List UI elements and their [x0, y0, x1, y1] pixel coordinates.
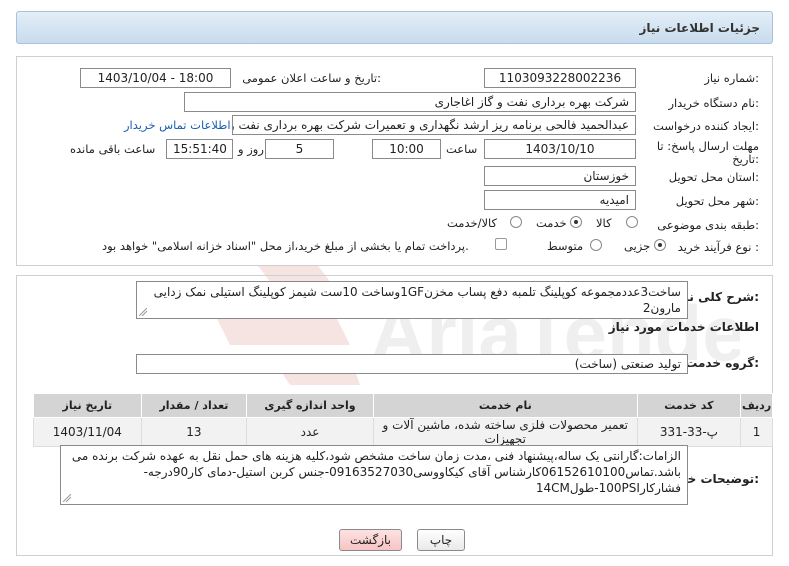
creator-field: عبدالحمید فالحی برنامه ریز ارشد نگهداری …: [232, 115, 636, 135]
page-header: جزئیات اطلاعات نیاز: [16, 11, 773, 44]
cell-service-name: تعمیر محصولات فلزی ساخته شده، ماشین آلات…: [372, 417, 638, 447]
column-header-unit: واحد اندازه گیری: [246, 393, 374, 418]
category-service-label: خدمت: [536, 216, 567, 230]
service-group-field: تولید صنعتی (ساخت): [136, 354, 688, 374]
description-text: ساخت3عددمجموعه کوپلینگ تلمبه دفع پساب مخ…: [153, 285, 681, 315]
deadline-time-label: ساعت: [446, 142, 478, 156]
buyer-org-field: شرکت بهره برداری نفت و گاز اغاجاری: [184, 92, 636, 112]
cell-service-code: پ-33-331: [636, 417, 742, 447]
deadline-time-field: 10:00: [372, 139, 441, 159]
province-field: خوزستان: [484, 166, 636, 186]
creator-label: ایجاد کننده درخواست:: [653, 119, 759, 133]
announce-datetime-label: تاریخ و ساعت اعلان عمومی:: [242, 71, 381, 85]
services-section-title: اطلاعات خدمات مورد نیاز: [608, 320, 759, 334]
buyer-notes-text: الزامات:گارانتی یک ساله،پیشنهاد فنی ،مدت…: [71, 449, 681, 495]
process-medium-radio[interactable]: [590, 239, 602, 251]
announce-datetime-field: 1403/10/04 - 18:00: [80, 68, 231, 88]
category-goods-label: کالا: [596, 216, 612, 230]
days-remaining-field: 5: [265, 139, 334, 159]
column-header-row-number: ردیف: [740, 393, 773, 418]
column-header-quantity: تعداد / مقدار: [140, 393, 248, 418]
column-header-service-code: کد خدمت: [636, 393, 742, 418]
column-header-need-date: تاریخ نیاز: [33, 393, 142, 418]
table-row: 1 پ-33-331 تعمیر محصولات فلزی ساخته شده،…: [33, 417, 773, 447]
cell-row-number: 1: [740, 417, 773, 447]
city-field: امیدیه: [484, 190, 636, 210]
city-label: شهر محل تحویل:: [675, 194, 759, 208]
back-button[interactable]: بازگشت: [339, 529, 402, 551]
category-goods-service-label: کالا/خدمت: [447, 216, 498, 230]
cell-need-date: 1403/11/04: [33, 417, 142, 447]
time-remaining-field: 15:51:40: [166, 139, 233, 159]
need-number-field: 1103093228002236: [484, 68, 636, 88]
process-minor-label: جزیی: [624, 239, 651, 253]
treasury-payment-checkbox[interactable]: [495, 238, 507, 250]
column-header-service-name: نام خدمت: [372, 393, 638, 418]
province-label: استان محل تحویل:: [668, 170, 759, 184]
process-minor-radio[interactable]: [654, 239, 666, 251]
service-group-label: گروه خدمت:: [685, 356, 759, 370]
deadline-label: مهلت ارسال پاسخ: تا: [656, 139, 759, 153]
cell-unit: عدد: [246, 417, 374, 447]
need-number-label: شماره نیاز:: [704, 71, 759, 85]
category-goods-radio[interactable]: [626, 216, 638, 228]
description-textarea[interactable]: ساخت3عددمجموعه کوپلینگ تلمبه دفع پساب مخ…: [136, 281, 688, 319]
resize-handle-icon[interactable]: [63, 494, 71, 502]
category-label: طبقه بندی موضوعی:: [657, 218, 759, 232]
table-header-row: ردیف کد خدمت نام خدمت واحد اندازه گیری ت…: [33, 393, 773, 418]
print-button[interactable]: چاپ: [417, 529, 465, 551]
time-remaining-label: ساعت باقی مانده: [70, 142, 156, 156]
buyer-contact-link[interactable]: اطلاعات تماس خریدار: [124, 118, 231, 132]
resize-handle-icon[interactable]: [139, 308, 147, 316]
page-title: جزئیات اطلاعات نیاز: [639, 21, 760, 35]
process-medium-label: متوسط: [547, 239, 584, 253]
days-label: روز و: [238, 142, 264, 156]
category-goods-service-radio[interactable]: [510, 216, 522, 228]
buyer-notes-textarea[interactable]: الزامات:گارانتی یک ساله،پیشنهاد فنی ،مدت…: [60, 445, 688, 505]
services-table: ردیف کد خدمت نام خدمت واحد اندازه گیری ت…: [33, 393, 773, 447]
category-service-radio[interactable]: [570, 216, 582, 228]
buyer-org-label: نام دستگاه خریدار:: [668, 96, 759, 110]
treasury-payment-note: پرداخت تمام یا بخشی از مبلغ خرید،از محل …: [102, 239, 469, 253]
process-type-label: نوع فرآیند خرید :: [677, 240, 759, 254]
deadline-date-label: تاریخ:: [732, 152, 759, 166]
cell-quantity: 13: [140, 417, 248, 447]
deadline-date-field: 1403/10/10: [484, 139, 636, 159]
